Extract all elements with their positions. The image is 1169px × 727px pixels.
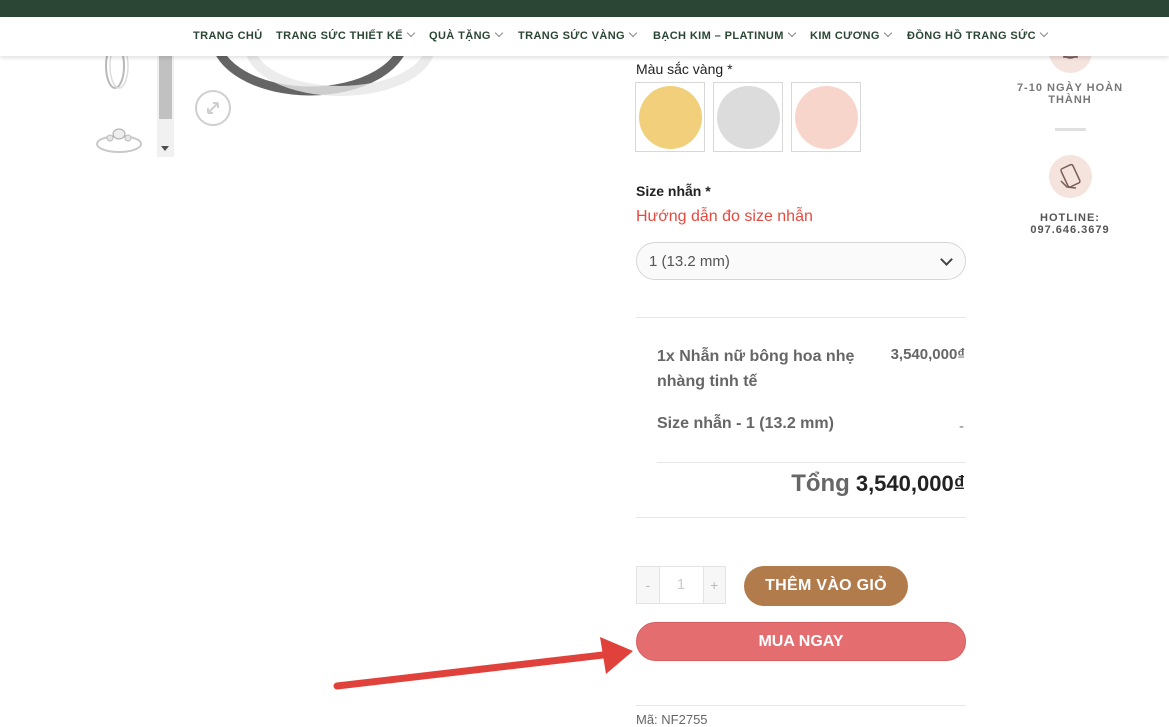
- swatch-gold[interactable]: [635, 82, 705, 152]
- quantity-plus-button[interactable]: +: [703, 567, 725, 603]
- chevron-down-icon: [494, 28, 504, 38]
- delivery-time-text: 7-10 NGÀY HOÀN THÀNH: [1016, 82, 1124, 106]
- arrow-head: [600, 637, 633, 674]
- summary-item-price: 3,540,000₫: [890, 346, 965, 363]
- nav-item-platinum[interactable]: BẠCH KIM – PLATINUM: [653, 28, 797, 42]
- sidebar-divider: [1055, 128, 1086, 131]
- chevron-down-icon: [1039, 28, 1049, 38]
- size-select[interactable]: 1 (13.2 mm): [636, 242, 966, 280]
- quantity-stepper: - 1 +: [636, 566, 726, 604]
- chevron-down-icon: [406, 28, 416, 38]
- zoom-button[interactable]: [195, 90, 231, 126]
- nav-item-home[interactable]: TRANG CHỦ: [193, 30, 263, 42]
- scroll-down-icon[interactable]: [161, 146, 169, 151]
- hotline-block: HOTLINE: 097.646.3679: [1010, 212, 1130, 236]
- nav-item-gifts[interactable]: QUÀ TẶNG: [429, 28, 504, 42]
- total-value: 3,540,000₫: [855, 471, 965, 496]
- ring-thumbnail-1[interactable]: [105, 56, 129, 89]
- add-to-cart-button[interactable]: THÊM VÀO GIỎ: [744, 566, 908, 606]
- summary-size-price: -: [959, 418, 964, 435]
- scrollbar-thumb[interactable]: [159, 56, 172, 119]
- arrow-shaft: [333, 651, 607, 690]
- total-label: Tổng: [791, 470, 850, 497]
- swatch-rose[interactable]: [791, 82, 861, 152]
- select-arrow-icon: [940, 253, 953, 266]
- divider: [636, 517, 966, 518]
- divider: [657, 462, 966, 463]
- nav-item-gold-jewelry[interactable]: TRANG SỨC VÀNG: [518, 28, 638, 42]
- hotline-label: HOTLINE:: [1040, 212, 1100, 224]
- divider: [636, 317, 966, 318]
- zoom-icon: [207, 102, 219, 114]
- swatch-dot: [717, 86, 780, 149]
- chevron-down-icon: [787, 28, 797, 38]
- nav-item-designer-jewelry[interactable]: TRANG SỨC THIẾT KẾ: [276, 28, 416, 42]
- color-label: Màu sắc vàng *: [636, 61, 733, 77]
- quantity-input[interactable]: 1: [658, 567, 704, 603]
- total-row: Tổng 3,540,000₫: [791, 470, 965, 498]
- nav-item-diamond[interactable]: KIM CƯƠNG: [810, 28, 893, 42]
- size-label: Size nhẫn *: [636, 183, 711, 199]
- ring-thumbnail-2[interactable]: [96, 128, 142, 153]
- chevron-down-icon: [628, 28, 638, 38]
- main-product-image[interactable]: [190, 56, 610, 116]
- swatch-dot: [639, 86, 702, 149]
- summary-size-line: Size nhẫn - 1 (13.2 mm): [657, 415, 834, 432]
- chevron-down-icon: [883, 28, 893, 38]
- phone-hand-graphic: [1060, 163, 1081, 189]
- hotline-number[interactable]: 097.646.3679: [1010, 224, 1130, 236]
- size-guide-link[interactable]: Hướng dẫn đo size nhẫn: [636, 208, 813, 226]
- buy-now-button[interactable]: MUA NGAY: [636, 622, 966, 661]
- swatch-dot: [795, 86, 858, 149]
- phone-hand-icon: [1049, 155, 1092, 198]
- main-navigation: TRANG CHỦ TRANG SỨC THIẾT KẾ QUÀ TẶNG TR…: [0, 17, 1169, 56]
- divider: [636, 705, 966, 706]
- nav-item-watches[interactable]: ĐỒNG HỒ TRANG SỨC: [907, 28, 1049, 42]
- size-select-value: 1 (13.2 mm): [649, 253, 730, 270]
- summary-item-name: 1x Nhẫn nữ bông hoa nhẹ nhàng tinh tế: [657, 348, 855, 390]
- product-image-ring: [216, 56, 434, 96]
- swatch-white[interactable]: [713, 82, 783, 152]
- quantity-minus-button[interactable]: -: [637, 567, 659, 603]
- top-bar: [0, 0, 1169, 17]
